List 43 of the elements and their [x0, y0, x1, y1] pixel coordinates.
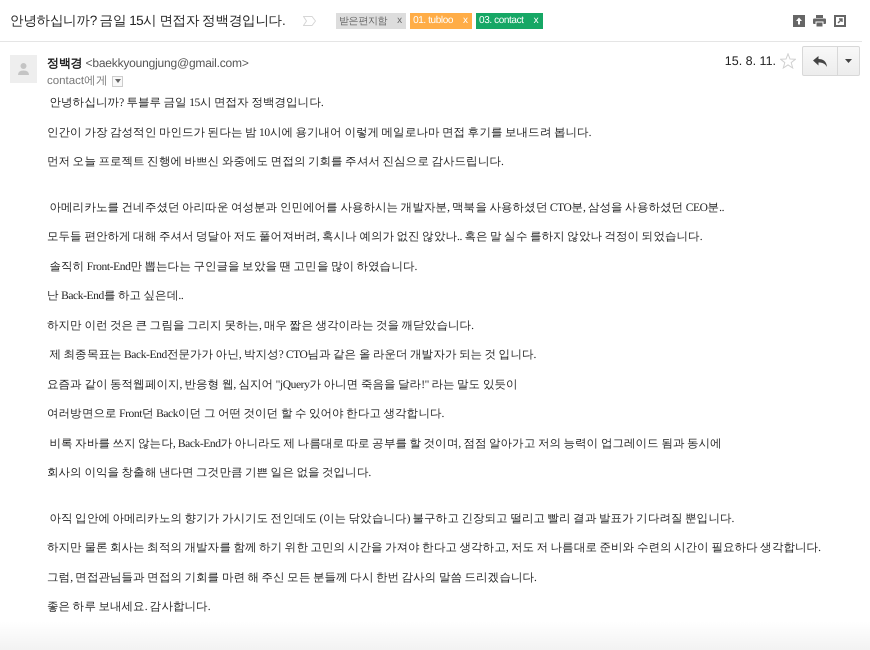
more-options-button[interactable]: [838, 46, 860, 76]
expand-all-icon[interactable]: [793, 14, 805, 26]
avatar-silhouette-icon: [10, 55, 37, 83]
body-text-line: 제 최종목표는 Back-End전문가가 아닌, 박지성? CTO님과 같은 올 라운더 개발자가 되는 것 입니다.: [48, 348, 538, 363]
body-text-line: 아메리카노를 건네주셨던 아리따운 여성분과 인민에어를 사용하시는 개발자분, 맥북을 사용하셨던 CTO분, 삼성을 사용하셨던 CEO분..: [48, 200, 726, 216]
details-dropdown-button[interactable]: [112, 76, 124, 86]
remove-label-button[interactable]: x: [524, 12, 543, 28]
star-icon[interactable]: [780, 53, 796, 69]
label-name: 03. contact: [479, 15, 524, 26]
reply-arrow-icon: [813, 56, 827, 66]
caret-icon: [845, 59, 852, 63]
label-name: 받은편지함: [339, 14, 388, 28]
body-text-line: 좋은 하루 보내세요. 감사합니다.: [47, 600, 212, 615]
recipient-text: contact에게: [47, 74, 108, 89]
body-text-line: 여러방면으로 Front던 Back이던 그 어떤 것이던 할 수 있어야 한다고 생각합니다.: [47, 407, 445, 422]
body-text-line: 먼저 오늘 프로젝트 진행에 바쁘신 와중에도 면접의 기회를 주셔서 진심으로 감사드립니다.: [47, 155, 504, 170]
label-chip[interactable]: 받은편지함 x: [336, 12, 406, 28]
label-name: 01. tubloo: [413, 15, 454, 26]
body-text-line: 하지만 물론 회사는 최적의 개발자를 함께 하기 위한 고민의 시간을 가져야 한다고 생각하고, 저도 저 나름대로 준비와 수련의 시간이 필요하다 생각합니다.: [47, 541, 822, 556]
sender-email: <baekkyoungjung@gmail.com>: [86, 56, 249, 70]
body-text-line: 아직 입안에 아메리카노의 향기가 가시기도 전인데도 (이는 닦았습니다) 불구하고 긴장되고 떨리고 빨리 결과 발표가 기다려질 뿐입니다.: [48, 512, 735, 526]
remove-label-button[interactable]: x: [387, 12, 406, 28]
reply-button[interactable]: [802, 46, 838, 76]
message-date: 15. 8. 11.: [724, 54, 776, 68]
body-text-line: 비록 자바를 쓰지 않는다, Back-End가 아니라도 제 나름대로 따로 공부를 할 것이며, 점점 알아가고 저의 능력이 업그레이드 됨과 동시에: [48, 436, 723, 452]
label-chip[interactable]: 01. tubloo x: [410, 12, 472, 28]
body-text-line: 솔직히 Front-End만 뽑는다는 구인글을 보았을 땐 고민을 많이 하였습니다.: [48, 260, 418, 274]
remove-label-button[interactable]: x: [453, 12, 472, 28]
body-text-line: 모두들 편안하게 대해 주셔서 덩달아 저도 풀어져버려, 혹시나 예의가 없진 않았나.. 혹은 말 실수 를하지 않았나 걱정이 되었습니다.: [47, 230, 704, 245]
body-text-line: 그럼, 면접관님들과 면접의 기회를 마련 해 주신 모든 분들께 다시 한번 감사의 말씀 드리겠습니다.: [47, 570, 538, 586]
label-chip[interactable]: 03. contact x: [476, 12, 543, 28]
body-text-line: 인간이 가장 감성적인 마인드가 된다는 밤 10시에 용기내어 이렇게 메일로나마 면접 후기를 보내드려 봅니다.: [47, 126, 592, 140]
body-text-line: 하지만 이런 것은 큰 그림을 그리지 못하는, 매우 짧은 생각이라는 것을 깨닫았습니다.: [47, 318, 475, 334]
body-text-line: 안녕하십니까? 투블루 금일 15시 면접자 정백경입니다.: [48, 96, 324, 111]
print-icon[interactable]: [813, 14, 826, 26]
body-text-line: 요즘과 같이 동적웹페이지, 반응형 웹, 심지어 "jQuery가 아니면 죽음을 달라!" 라는 말도 있듯이: [47, 378, 519, 392]
email-subject: 안녕하십니까? 금일 15시 면접자 정백경입니다.: [10, 12, 286, 30]
importance-marker-icon[interactable]: [303, 16, 316, 26]
body-text-line: 회사의 이익을 창출해 낸다면 그것만큼 기쁜 일은 없을 것입니다.: [47, 466, 372, 481]
new-window-icon[interactable]: [834, 14, 846, 26]
sender-name: 정백경: [47, 56, 82, 70]
caret-icon: [114, 79, 121, 83]
body-text-line: 난 Back-End를 하고 싶은데..: [47, 289, 184, 304]
